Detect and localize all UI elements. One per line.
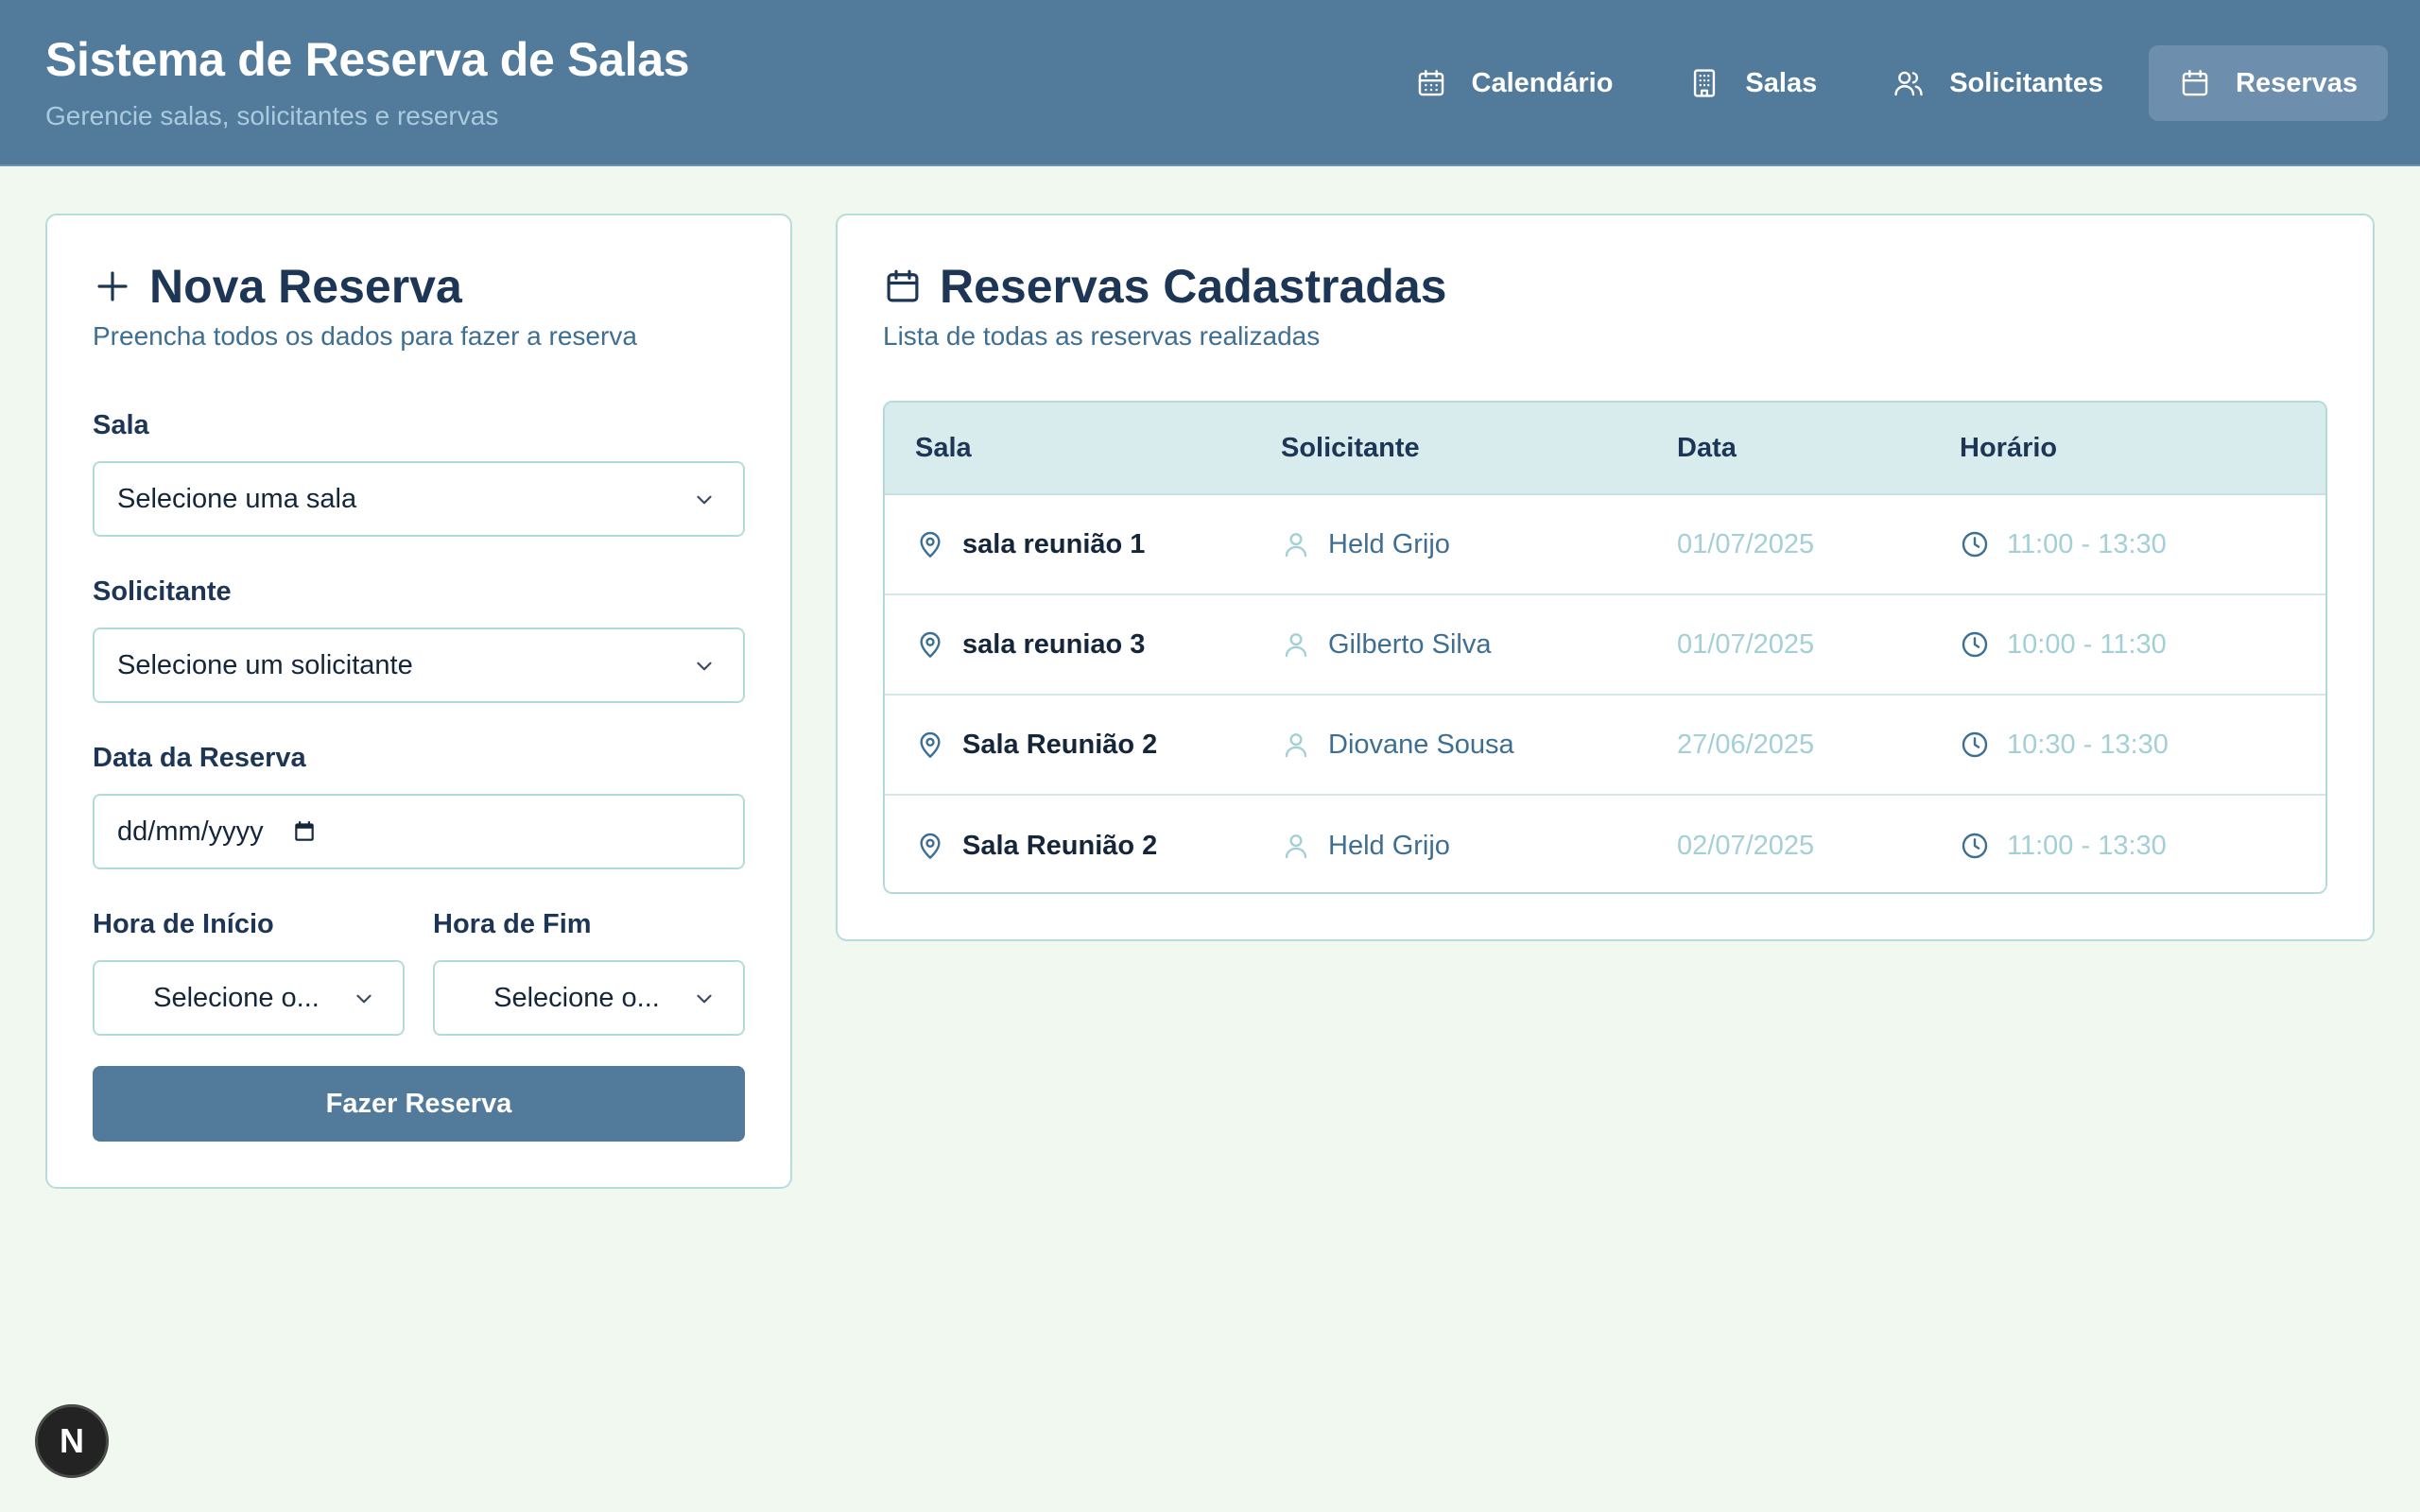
column-header-data[interactable]: Data xyxy=(1677,433,1960,464)
cell-horario: 11:00 - 13:30 xyxy=(1960,529,2325,560)
calendar-icon xyxy=(1418,70,1443,96)
reservations-list-card: Reservas Cadastradas Lista de todas as r… xyxy=(836,214,2375,941)
cell-horario: 10:30 - 13:30 xyxy=(1960,730,2325,761)
fazer-reserva-button[interactable]: Fazer Reserva xyxy=(93,1066,745,1142)
column-header-sala[interactable]: Sala xyxy=(885,433,1281,464)
cell-solicitante: Held Grijo xyxy=(1281,831,1677,862)
cell-solicitante: Gilberto Silva xyxy=(1281,629,1677,661)
hora-fim-label: Hora de Fim xyxy=(433,909,592,939)
table-row[interactable]: Sala Reunião 2 Diovane Sousa 27/06/2025 … xyxy=(885,696,2325,796)
cell-data: 01/07/2025 xyxy=(1677,528,1815,559)
solicitante-select-value: Selecione um solicitante xyxy=(117,649,413,680)
nav-label: Reservas xyxy=(2236,67,2358,98)
clock-icon xyxy=(1962,531,1988,558)
cell-horario: 10:00 - 11:30 xyxy=(1960,629,2325,661)
calendar-picker-icon[interactable] xyxy=(292,819,317,844)
app-title: Sistema de Reserva de Salas xyxy=(45,33,690,86)
sala-select-value: Selecione uma sala xyxy=(117,483,357,514)
horario-value: 10:00 - 11:30 xyxy=(2007,628,2167,660)
hora-fim-value: Selecione o... xyxy=(493,982,660,1013)
nav-label: Salas xyxy=(1745,67,1818,98)
nav-item-solicitantes[interactable]: Solicitantes xyxy=(1862,45,2134,121)
date-input[interactable]: dd/mm/yyyy xyxy=(93,794,745,869)
cell-sala: Sala Reunião 2 xyxy=(885,730,1281,761)
users-icon xyxy=(1894,71,1923,96)
map-pin-icon xyxy=(920,531,941,558)
nav-item-reservas[interactable]: Reservas xyxy=(2149,45,2388,121)
chevron-down-icon xyxy=(697,662,712,671)
user-icon xyxy=(1285,834,1307,859)
building-icon xyxy=(1694,69,1716,97)
user-icon xyxy=(1285,633,1307,658)
hora-inicio-value: Selecione o... xyxy=(153,982,320,1013)
calendar-icon xyxy=(887,269,919,302)
table-row[interactable]: sala reunião 1 Held Grijo 01/07/2025 11:… xyxy=(885,495,2325,595)
sala-name: Sala Reunião 2 xyxy=(962,729,1158,760)
cell-horario: 11:00 - 13:30 xyxy=(1960,831,2325,862)
new-reservation-title: Nova Reserva xyxy=(93,259,462,314)
new-reservation-card: Nova Reserva Preencha todos os dados par… xyxy=(45,214,792,1189)
horario-value: 10:30 - 13:30 xyxy=(2007,729,2169,760)
date-input-value: dd/mm/yyyy xyxy=(117,816,264,847)
app-header: Sistema de Reserva de Salas Gerencie sal… xyxy=(0,0,2420,166)
new-reservation-subtitle: Preencha todos os dados para fazer a res… xyxy=(93,321,637,351)
dev-tools-badge[interactable]: N xyxy=(35,1404,109,1478)
app-subtitle: Gerencie salas, solicitantes e reservas xyxy=(45,101,499,130)
user-icon xyxy=(1285,733,1307,758)
solicitante-name: Diovane Sousa xyxy=(1328,729,1514,760)
hora-inicio-label: Hora de Início xyxy=(93,909,274,939)
solicitante-name: Held Grijo xyxy=(1328,830,1450,861)
horario-value: 11:00 - 13:30 xyxy=(2007,830,2167,861)
cell-data: 27/06/2025 xyxy=(1677,729,1815,760)
main-nav: Calendário Salas Solicitantes Reservas xyxy=(1385,45,2388,121)
nav-label: Calendário xyxy=(1471,67,1614,98)
table-header: Sala Solicitante Data Horário xyxy=(885,403,2325,495)
table-row[interactable]: Sala Reunião 2 Held Grijo 02/07/2025 11:… xyxy=(885,796,2325,892)
chevron-down-icon xyxy=(697,994,712,1004)
hora-inicio-select[interactable]: Selecione o... xyxy=(93,960,405,1036)
cell-data: 02/07/2025 xyxy=(1677,830,1815,861)
solicitante-select[interactable]: Selecione um solicitante xyxy=(93,627,745,703)
reservations-table: Sala Solicitante Data Horário sala reuni… xyxy=(883,401,2327,894)
sala-name: Sala Reunião 2 xyxy=(962,830,1158,861)
clock-icon xyxy=(1962,731,1988,758)
sala-name: sala reuniao 3 xyxy=(962,628,1146,660)
nav-label: Solicitantes xyxy=(1949,67,2103,98)
calendar-icon xyxy=(2182,70,2208,96)
nav-item-salas[interactable]: Salas xyxy=(1658,45,1847,121)
user-icon xyxy=(1285,533,1307,558)
plus-icon xyxy=(97,271,128,301)
map-pin-icon xyxy=(920,731,941,758)
solicitante-label: Solicitante xyxy=(93,576,232,607)
map-pin-icon xyxy=(920,631,941,658)
horario-value: 11:00 - 13:30 xyxy=(2007,528,2167,559)
card-title-text: Reservas Cadastradas xyxy=(940,260,1447,313)
solicitante-name: Gilberto Silva xyxy=(1328,628,1492,660)
table-row[interactable]: sala reuniao 3 Gilberto Silva 01/07/2025… xyxy=(885,595,2325,696)
sala-select[interactable]: Selecione uma sala xyxy=(93,461,745,537)
data-label: Data da Reserva xyxy=(93,743,306,773)
cell-solicitante: Diovane Sousa xyxy=(1281,730,1677,761)
cell-sala: sala reunião 1 xyxy=(885,529,1281,560)
cell-sala: Sala Reunião 2 xyxy=(885,831,1281,862)
hora-fim-select[interactable]: Selecione o... xyxy=(433,960,745,1036)
clock-icon xyxy=(1962,833,1988,859)
card-title-text: Nova Reserva xyxy=(149,260,462,313)
column-header-horario[interactable]: Horário xyxy=(1960,433,2325,464)
nav-item-calendario[interactable]: Calendário xyxy=(1385,45,1644,121)
cell-data: 01/07/2025 xyxy=(1677,628,1815,660)
reservations-title: Reservas Cadastradas xyxy=(883,259,1446,314)
solicitante-name: Held Grijo xyxy=(1328,528,1450,559)
chevron-down-icon xyxy=(356,994,372,1004)
column-header-solicitante[interactable]: Solicitante xyxy=(1281,433,1677,464)
chevron-down-icon xyxy=(697,495,712,505)
reservations-subtitle: Lista de todas as reservas realizadas xyxy=(883,321,1321,351)
cell-sala: sala reuniao 3 xyxy=(885,629,1281,661)
sala-label: Sala xyxy=(93,410,149,440)
sala-name: sala reunião 1 xyxy=(962,528,1146,559)
cell-solicitante: Held Grijo xyxy=(1281,529,1677,560)
map-pin-icon xyxy=(920,833,941,859)
clock-icon xyxy=(1962,631,1988,658)
